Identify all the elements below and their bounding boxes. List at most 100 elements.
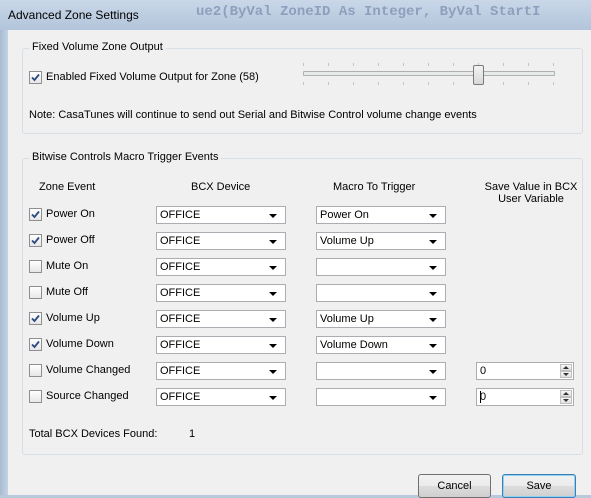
bcx-device-value: OFFICE [160, 209, 201, 221]
slider-tick [428, 82, 429, 85]
event-label: Volume Changed [46, 364, 131, 376]
check-icon [31, 73, 40, 82]
chevron-down-icon [269, 240, 277, 244]
slider-tick [503, 63, 504, 66]
event-checkbox[interactable] [29, 260, 42, 273]
bcx-device-value: OFFICE [160, 261, 201, 273]
event-label: Mute Off [46, 286, 88, 298]
background-code-text: ue2(ByVal ZoneID As Integer, ByVal Start… [196, 4, 541, 20]
bcx-device-select[interactable]: OFFICE [156, 284, 286, 302]
check-icon [31, 314, 40, 323]
bcx-device-value: OFFICE [160, 287, 201, 299]
macro-value: Volume Up [320, 313, 374, 325]
bcx-device-select[interactable]: OFFICE [156, 362, 286, 380]
slider-tick [353, 82, 354, 85]
text-caret [480, 391, 481, 403]
slider-tick [428, 63, 429, 66]
slider-tick [453, 63, 454, 66]
event-checkbox[interactable] [29, 286, 42, 299]
event-label: Source Changed [46, 390, 129, 402]
bcx-device-select[interactable]: OFFICE [156, 258, 286, 276]
bcx-device-select[interactable]: OFFICE [156, 388, 286, 406]
fixed-volume-group [22, 48, 583, 134]
chevron-down-icon [429, 240, 437, 244]
chevron-down-icon [429, 214, 437, 218]
macro-select[interactable]: Volume Down [316, 336, 446, 354]
slider-tick [328, 82, 329, 85]
bcx-device-value: OFFICE [160, 313, 201, 325]
window-title: Advanced Zone Settings [8, 8, 139, 22]
save-value-spinner[interactable]: 0 [476, 362, 574, 380]
dialog-body: Fixed Volume Zone Output Enabled Fixed V… [8, 30, 591, 498]
volume-slider-thumb[interactable] [473, 65, 484, 85]
chevron-down-icon [269, 292, 277, 296]
event-label: Power Off [46, 234, 95, 246]
total-devices-label: Total BCX Devices Found: [29, 428, 158, 440]
bcx-device-select[interactable]: OFFICE [156, 232, 286, 250]
header-macro-to-trigger: Macro To Trigger [333, 181, 416, 193]
macro-value: Power On [320, 209, 369, 221]
chevron-down-icon [429, 396, 437, 400]
chevron-down-icon [269, 396, 277, 400]
chevron-down-icon [429, 292, 437, 296]
fixed-volume-note: Note: CasaTunes will continue to send ou… [29, 109, 477, 121]
spin-down-icon[interactable] [560, 371, 572, 378]
chevron-down-icon [429, 370, 437, 374]
bcx-device-value: OFFICE [160, 235, 201, 247]
save-value-spinner[interactable]: 0 [476, 388, 574, 406]
chevron-down-icon [429, 344, 437, 348]
macro-value: Volume Down [320, 339, 388, 351]
check-icon [31, 236, 40, 245]
spin-down-icon[interactable] [560, 397, 572, 404]
chevron-down-icon [269, 214, 277, 218]
macro-select[interactable] [316, 388, 446, 406]
check-icon [31, 210, 40, 219]
chevron-down-icon [269, 318, 277, 322]
spinner-buttons [560, 364, 572, 378]
event-label: Mute On [46, 260, 89, 272]
chevron-down-icon [269, 266, 277, 270]
bitwise-group-label: Bitwise Controls Macro Trigger Events [29, 151, 222, 163]
macro-value: Volume Up [320, 235, 374, 247]
event-label: Volume Down [46, 338, 114, 350]
title-bar: ue2(ByVal ZoneID As Integer, ByVal Start… [0, 0, 591, 30]
event-checkbox[interactable] [29, 338, 42, 351]
macro-select[interactable]: Power On [316, 206, 446, 224]
event-checkbox[interactable] [29, 390, 42, 403]
slider-tick [303, 63, 304, 66]
macro-select[interactable] [316, 284, 446, 302]
slider-tick [378, 63, 379, 66]
header-save-value: Save Value in BCX User Variable [484, 181, 578, 205]
macro-select[interactable]: Volume Up [316, 310, 446, 328]
event-label: Volume Up [46, 312, 100, 324]
bcx-device-select[interactable]: OFFICE [156, 310, 286, 328]
slider-tick [403, 63, 404, 66]
save-button[interactable]: Save [502, 474, 576, 498]
spinner-buttons [560, 390, 572, 404]
event-checkbox[interactable] [29, 234, 42, 247]
fixed-volume-checkbox[interactable] [29, 71, 42, 84]
bcx-device-value: OFFICE [160, 339, 201, 351]
macro-select[interactable] [316, 362, 446, 380]
bcx-device-select[interactable]: OFFICE [156, 206, 286, 224]
spin-up-icon[interactable] [560, 364, 572, 371]
slider-tick [353, 63, 354, 66]
fixed-volume-checkbox-label: Enabled Fixed Volume Output for Zone (58… [46, 71, 259, 83]
event-checkbox[interactable] [29, 208, 42, 221]
check-icon [31, 340, 40, 349]
slider-tick [303, 82, 304, 85]
cancel-button[interactable]: Cancel [418, 474, 491, 498]
macro-select[interactable]: Volume Up [316, 232, 446, 250]
bcx-device-select[interactable]: OFFICE [156, 336, 286, 354]
spin-up-icon[interactable] [560, 390, 572, 397]
macro-select[interactable] [316, 258, 446, 276]
slider-tick [553, 63, 554, 66]
event-checkbox[interactable] [29, 364, 42, 377]
bcx-device-value: OFFICE [160, 365, 201, 377]
save-value: 0 [480, 365, 487, 377]
event-checkbox[interactable] [29, 312, 42, 325]
slider-tick [553, 82, 554, 85]
total-devices-count: 1 [189, 428, 196, 440]
slider-tick [403, 82, 404, 85]
chevron-down-icon [269, 344, 277, 348]
